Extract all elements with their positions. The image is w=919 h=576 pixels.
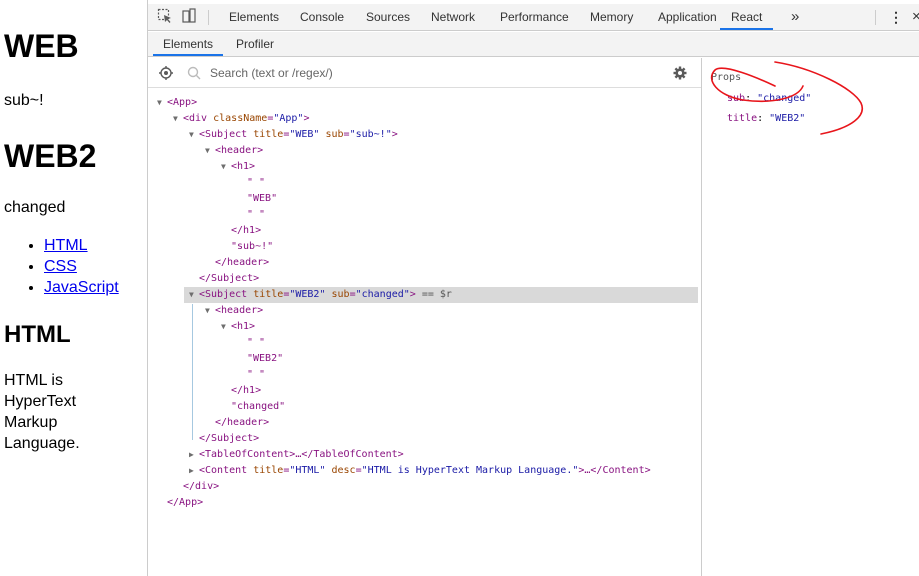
toc-link-javascript[interactable]: JavaScript [44,279,119,296]
tree-node-text[interactable]: " " [247,335,265,351]
tree-node-text[interactable]: " " [247,367,265,383]
react-subtabs: Elements Profiler [148,32,919,57]
tree-node-text[interactable]: " " [247,175,265,191]
collapse-arrow-icon[interactable]: ▼ [221,319,231,335]
toc-link-css[interactable]: CSS [44,258,77,275]
subject-heading-web2: WEB2 [4,138,97,174]
tree-node-h1[interactable]: ▼ <h1> [221,159,255,175]
collapse-arrow-icon[interactable]: ▼ [157,95,167,111]
devtools-toolbar: Elements Console Sources Network Perform… [148,4,919,31]
toc-list: HTML CSS JavaScript [4,235,119,298]
tab-network[interactable]: Network [431,4,475,30]
more-tabs-icon[interactable]: » [791,4,799,30]
tree-node-subject-web2-selected[interactable]: ▼ <Subject title="WEB2" sub="changed"> ==… [184,287,698,303]
subject-sub-text: sub~! [4,92,44,109]
collapse-arrow-icon[interactable]: ▼ [205,303,215,319]
tree-node-text[interactable]: "WEB" [247,191,277,207]
tree-node-div[interactable]: ▼ <div className="App"> [173,111,309,127]
tree-node-subject-close: </Subject> [199,273,260,284]
tree-node-h1-close: </h1> [231,225,262,236]
collapse-arrow-icon[interactable]: ▼ [189,127,199,143]
tab-memory[interactable]: Memory [590,4,633,30]
subject-heading-web: WEB [4,28,79,64]
red-circle-annotation [710,61,863,135]
expand-arrow-icon[interactable]: ▶ [189,463,199,479]
component-search-bar [148,58,701,88]
tab-application[interactable]: Application [658,4,717,30]
collapse-arrow-icon[interactable]: ▼ [173,111,183,127]
component-tree-pane: ▼<App> ▼<div className="App"> ▼<Subject … [148,58,702,576]
rendered-page: WEB sub~! WEB2 changed HTML CSS JavaScri… [0,0,147,576]
inspect-element-icon[interactable] [156,8,174,26]
tab-sources[interactable]: Sources [366,4,410,30]
subtab-elements[interactable]: Elements [153,32,224,56]
tree-node-header[interactable]: ▼ <header> [205,303,263,319]
close-devtools-icon[interactable]: × [912,4,919,30]
tree-node-app[interactable]: ▼ <App> [157,95,197,111]
tree-node-content[interactable]: ▶ <Content title="HTML" desc="HTML is Hyp… [189,463,651,479]
subtab-profiler[interactable]: Profiler [236,32,274,56]
devtools-panel: Elements Console Sources Network Perform… [147,0,919,576]
toc-item: HTML [44,235,119,256]
component-search-input[interactable] [210,64,650,82]
tree-node-text[interactable]: "sub~!" [231,239,273,255]
tree-node-text[interactable]: "changed" [231,399,285,415]
tree-node-header-close: </header> [215,257,270,268]
toolbar-separator [208,10,209,25]
tree-node-header-close: </header> [215,417,270,428]
props-pane: Props sub: "changed" title: "WEB2" [703,58,919,576]
tree-node-h1[interactable]: ▼ <h1> [221,319,255,335]
tree-node-table-of-content[interactable]: ▶ <TableOfContent>…</TableOfContent> [189,447,404,463]
selection-guide-line [192,304,193,440]
tree-node-h1-close: </h1> [231,385,262,396]
select-component-icon[interactable] [158,65,174,81]
toc-item: CSS [44,256,119,277]
toc-item: JavaScript [44,277,119,298]
tree-node-text[interactable]: " " [247,207,265,223]
collapse-arrow-icon[interactable]: ▼ [221,159,231,175]
tree-node-div-close: </div> [183,481,220,492]
collapse-arrow-icon[interactable]: ▼ [205,143,215,159]
search-icon [186,65,202,81]
tree-node-subject-close: </Subject> [199,433,260,444]
toc-link-html[interactable]: HTML [44,237,88,254]
tab-react[interactable]: React [720,4,774,30]
kebab-menu-icon[interactable]: ⋮ [889,4,903,30]
collapse-arrow-icon[interactable]: ▼ [189,287,199,303]
tab-performance[interactable]: Performance [500,4,569,30]
toolbar-separator [875,10,876,25]
content-description: HTML is HyperText Markup Language. [4,372,80,452]
device-toolbar-icon[interactable] [180,8,198,26]
tree-node-header[interactable]: ▼ <header> [205,143,263,159]
expand-arrow-icon[interactable]: ▶ [189,447,199,463]
tree-node-text[interactable]: "WEB2" [247,351,283,367]
settings-gear-icon[interactable] [672,65,688,81]
tree-node-app-close: </App> [167,497,204,508]
content-heading: HTML [4,321,71,348]
tab-console[interactable]: Console [300,4,344,30]
tab-elements[interactable]: Elements [229,4,279,30]
tree-node-subject-web[interactable]: ▼ <Subject title="WEB" sub="sub~!"> [189,127,398,143]
subject2-sub-text: changed [4,199,66,216]
